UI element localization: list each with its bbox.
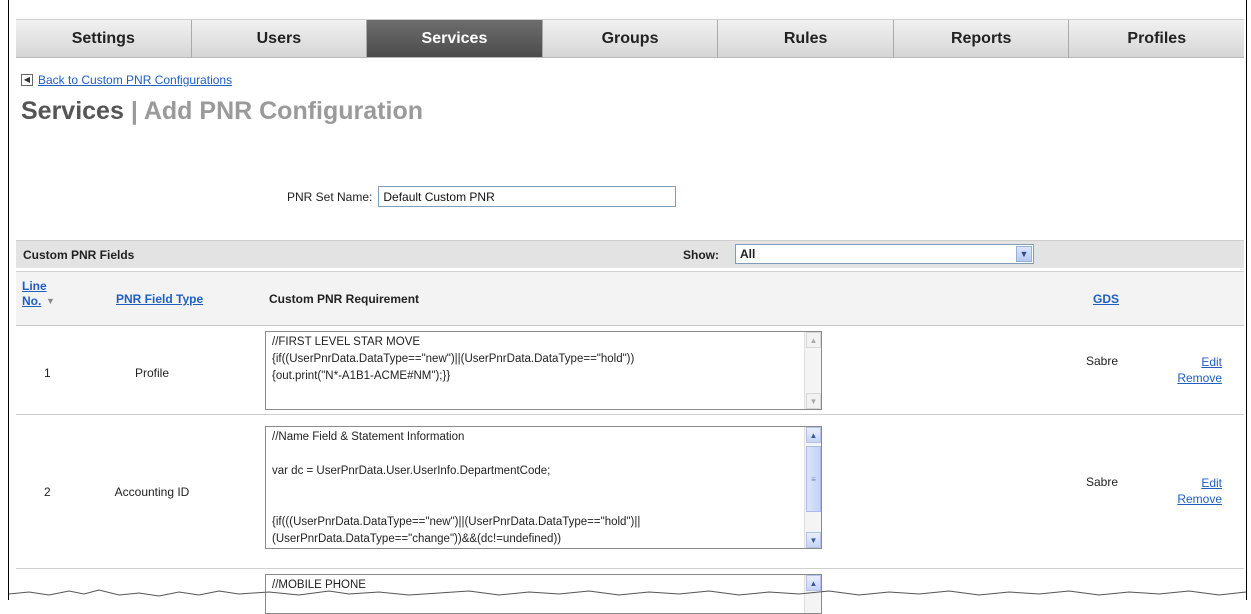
remove-link[interactable]: Remove xyxy=(1166,491,1222,507)
column-custom-pnr-requirement: Custom PNR Requirement xyxy=(269,292,420,306)
scroll-down-icon[interactable]: ▼ xyxy=(806,393,821,409)
edit-link[interactable]: Edit xyxy=(1166,354,1222,370)
custom-pnr-fields-header: Custom PNR Fields Show: All ▼ xyxy=(16,240,1244,268)
tab-settings[interactable]: Settings xyxy=(16,20,192,58)
row-actions: Edit Remove xyxy=(1166,475,1222,507)
scroll-up-icon[interactable]: ▲ xyxy=(806,427,821,443)
section-title: Custom PNR Fields xyxy=(23,248,135,262)
tab-groups[interactable]: Groups xyxy=(542,20,719,58)
scroll-thumb[interactable]: ≡ xyxy=(806,446,821,512)
tab-users[interactable]: Users xyxy=(191,20,368,58)
tab-services[interactable]: Services xyxy=(367,20,543,58)
page-title-separator: | xyxy=(130,97,138,125)
scroll-up-icon[interactable]: ▲ xyxy=(806,332,821,348)
table-row: 1 Profile //FIRST LEVEL STAR MOVE {if((U… xyxy=(16,326,1244,415)
main-nav: Settings Users Services Groups Rules Rep… xyxy=(16,19,1245,58)
column-gds[interactable]: GDS xyxy=(1093,292,1119,306)
pnr-set-name-group: PNR Set Name: xyxy=(287,186,677,207)
torn-edge-decoration xyxy=(9,589,1246,597)
textarea-scrollbar[interactable]: ▲ ≡ ▼ xyxy=(804,427,821,548)
page-title-main: Services xyxy=(21,97,124,125)
table-header: Line No. ▼ PNR Field Type Custom PNR Req… xyxy=(16,271,1244,326)
tab-rules[interactable]: Rules xyxy=(718,20,894,58)
pnr-set-name-input[interactable] xyxy=(378,186,677,207)
gds-value: Sabre xyxy=(1086,354,1119,368)
edit-link[interactable]: Edit xyxy=(1166,475,1222,491)
column-line-no-label-1: Line xyxy=(22,279,47,293)
chevron-down-icon[interactable]: ▼ xyxy=(1016,246,1032,262)
sort-desc-icon: ▼ xyxy=(46,296,55,306)
remove-link[interactable]: Remove xyxy=(1166,370,1222,386)
page-left-border xyxy=(8,0,9,600)
pnr-field-type: Accounting ID xyxy=(114,485,190,499)
row-actions: Edit Remove xyxy=(1166,354,1222,386)
page-title-sub: Add PNR Configuration xyxy=(143,97,423,125)
page-title: Services | Add PNR Configuration xyxy=(21,97,423,126)
show-filter-select[interactable]: All ▼ xyxy=(735,244,1034,264)
requirement-text: //Name Field & Statement Information var… xyxy=(272,431,641,545)
pnr-set-name-label: PNR Set Name: xyxy=(287,189,373,204)
back-arrow-icon: ◀ xyxy=(21,74,33,86)
requirement-textarea[interactable]: //Name Field & Statement Information var… xyxy=(265,426,822,549)
line-number: 2 xyxy=(44,485,51,499)
show-filter-label: Show: xyxy=(683,248,719,262)
pnr-field-type: Profile xyxy=(134,366,169,380)
requirement-text: //FIRST LEVEL STAR MOVE {if((UserPnrData… xyxy=(272,336,635,382)
tab-profiles[interactable]: Profiles xyxy=(1069,20,1245,58)
requirement-textarea[interactable]: //FIRST LEVEL STAR MOVE {if((UserPnrData… xyxy=(265,331,822,410)
back-link[interactable]: ◀ Back to Custom PNR Configurations xyxy=(21,73,232,87)
column-line-no[interactable]: Line No. ▼ xyxy=(22,279,55,309)
back-link-label[interactable]: Back to Custom PNR Configurations xyxy=(38,73,232,87)
gds-value: Sabre xyxy=(1086,475,1119,489)
scroll-down-icon[interactable]: ▼ xyxy=(806,532,821,548)
column-line-no-label-2: No. xyxy=(22,294,42,308)
show-filter-value: All xyxy=(740,247,756,261)
table-row: 2 Accounting ID //Name Field & Statement… xyxy=(16,415,1244,569)
line-number: 1 xyxy=(44,366,51,380)
textarea-scrollbar[interactable]: ▲ ▼ xyxy=(804,332,821,409)
column-pnr-field-type[interactable]: PNR Field Type xyxy=(116,292,203,306)
tab-reports[interactable]: Reports xyxy=(893,20,1070,58)
page-right-border xyxy=(1246,0,1247,600)
